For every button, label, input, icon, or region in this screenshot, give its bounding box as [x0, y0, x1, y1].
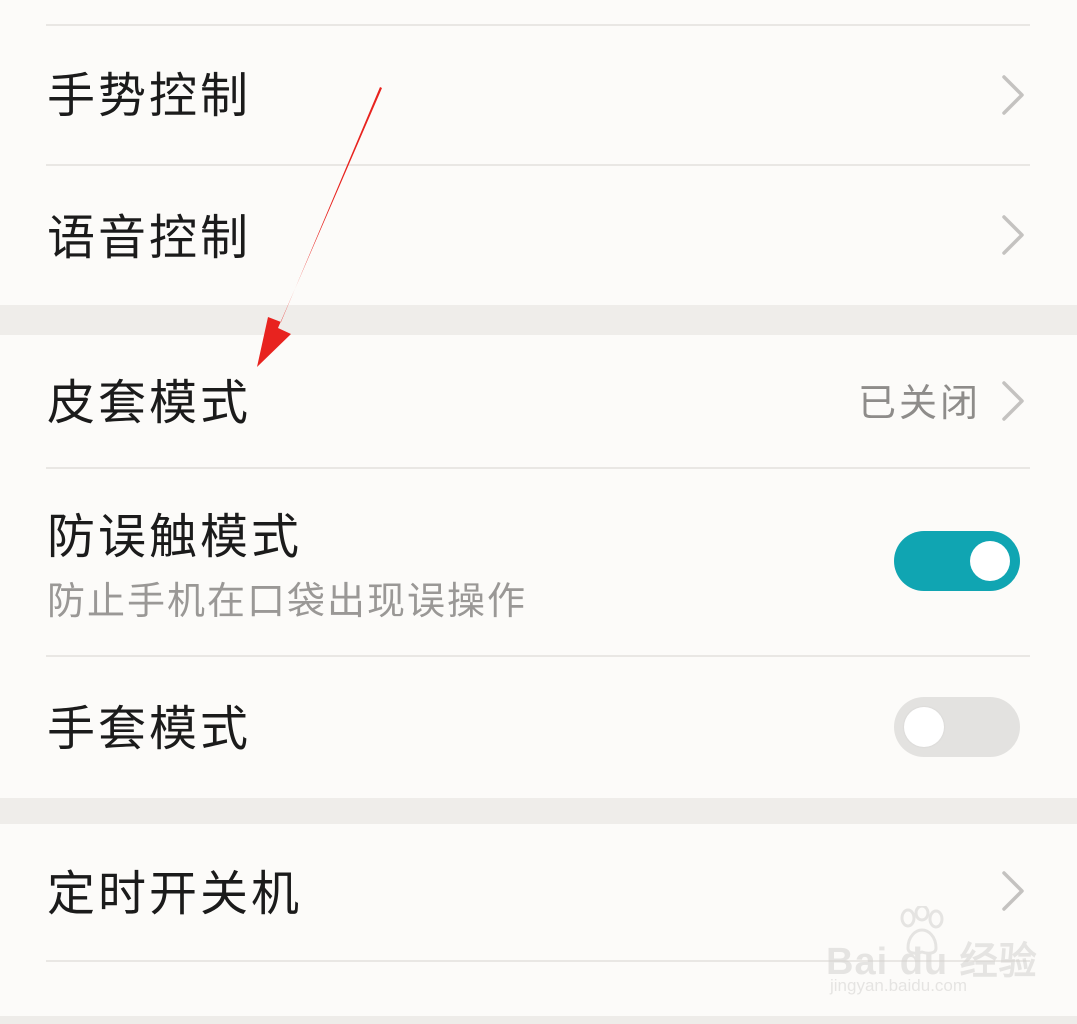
bottom-edge [0, 1016, 1077, 1024]
accidental-touch-toggle[interactable] [894, 531, 1020, 591]
setting-title: 防误触模式 [47, 509, 303, 565]
setting-value: 已关闭 [857, 381, 981, 425]
setting-title: 定时开关机 [47, 866, 303, 922]
setting-row-accidental-touch[interactable]: 防误触模式 防止手机在口袋出现误操作 [0, 469, 1077, 655]
setting-row-voice-control[interactable]: 语音控制 [0, 166, 1077, 304]
setting-title: 手势控制 [47, 68, 252, 124]
setting-title: 语音控制 [47, 210, 252, 266]
chevron-right-icon [1002, 215, 1024, 255]
chevron-right-icon [1002, 381, 1024, 421]
setting-row-gesture-control[interactable]: 手势控制 [0, 26, 1077, 164]
baidu-watermark: Bai du 经验 jingyan.baidu.com [826, 902, 1037, 1002]
setting-row-cover-mode[interactable]: 皮套模式 已关闭 [0, 335, 1077, 467]
setting-row-glove-mode[interactable]: 手套模式 [0, 657, 1077, 798]
glove-mode-toggle[interactable] [894, 697, 1020, 757]
watermark-url: jingyan.baidu.com [830, 976, 968, 995]
toggle-knob [904, 707, 944, 747]
setting-title: 皮套模式 [47, 375, 252, 431]
setting-subtitle: 防止手机在口袋出现误操作 [47, 579, 528, 623]
toggle-knob [970, 541, 1010, 581]
chevron-right-icon [1002, 75, 1024, 115]
section-gap [0, 305, 1077, 335]
section-gap [0, 798, 1077, 824]
setting-title: 手套模式 [47, 701, 252, 757]
